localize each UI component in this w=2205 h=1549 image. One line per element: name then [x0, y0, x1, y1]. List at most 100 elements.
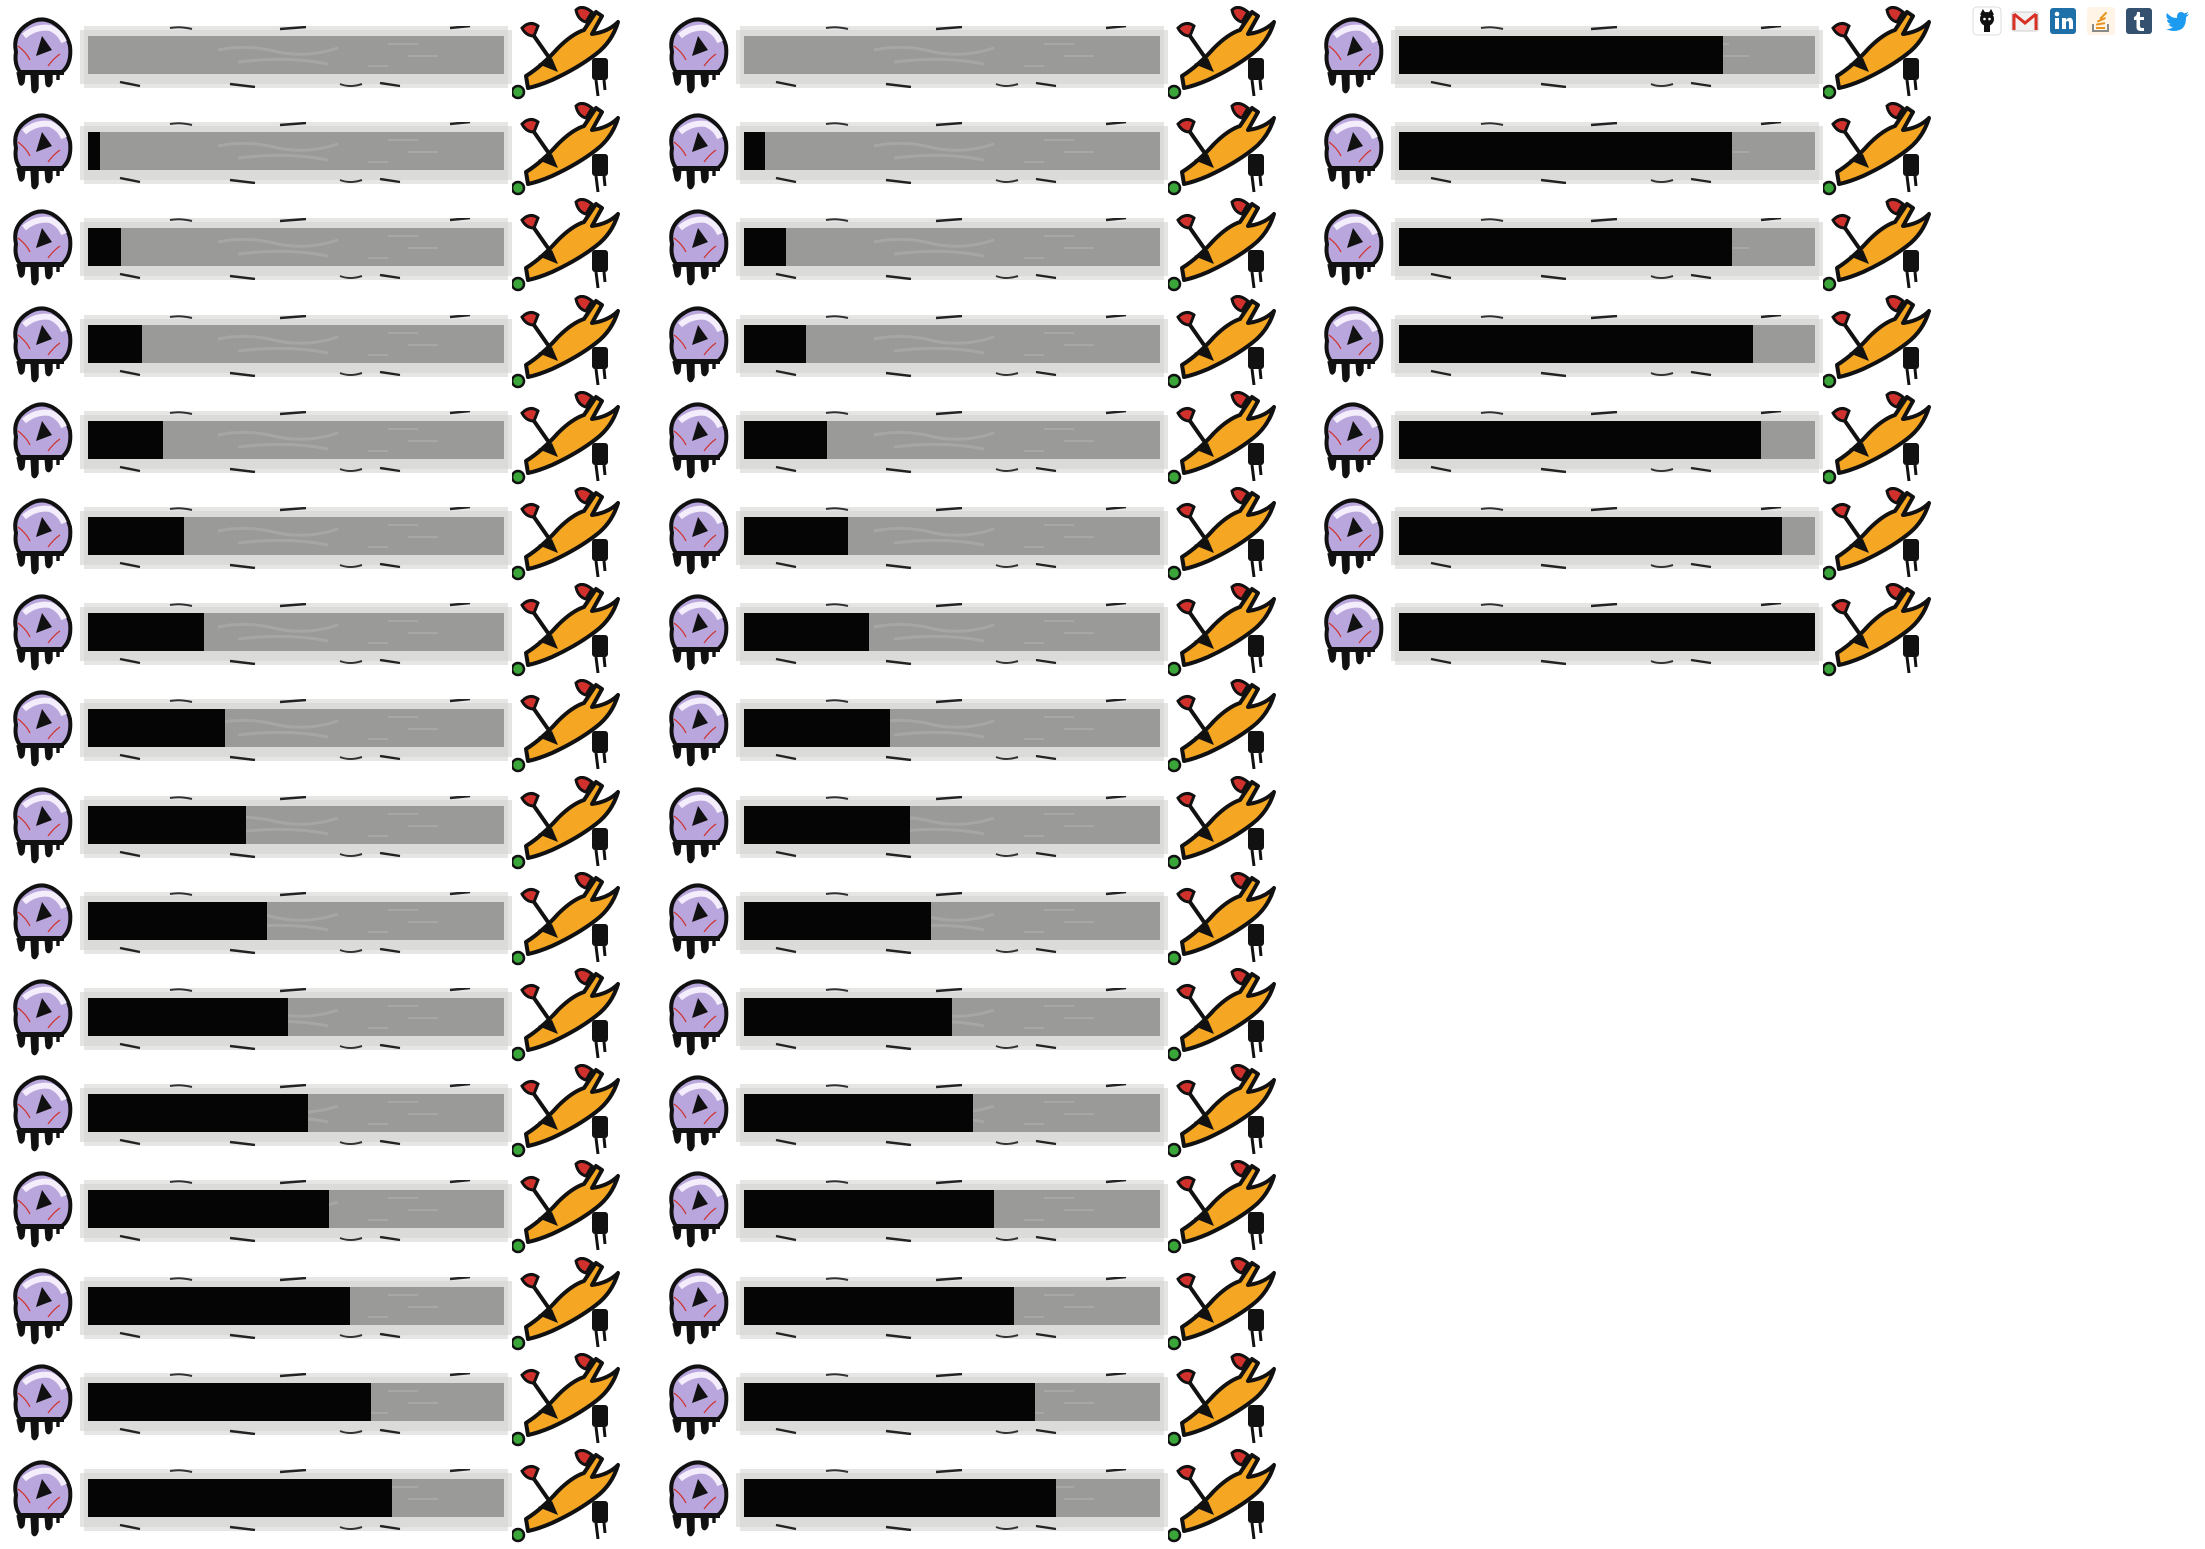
- progress-widget: [0, 871, 640, 968]
- progress-widget: [0, 967, 640, 1064]
- sword-icon: [510, 294, 624, 391]
- progress-fill: [744, 1190, 994, 1228]
- progress-fill: [1399, 517, 1782, 555]
- progress-widget: [0, 390, 640, 487]
- sword-icon: [1166, 5, 1280, 102]
- sword-icon: [510, 871, 624, 968]
- eye-icon: [6, 204, 86, 290]
- progress-widget: [656, 871, 1296, 968]
- eye-icon: [662, 685, 742, 771]
- progress-fill: [88, 132, 100, 170]
- progress-widget: [656, 1063, 1296, 1160]
- sword-icon: [510, 1063, 624, 1160]
- progress-fill: [744, 902, 931, 940]
- progress-widget: [0, 678, 640, 775]
- progress-fill: [88, 325, 142, 363]
- progress-widget: [1311, 101, 1951, 198]
- sword-icon: [510, 1448, 624, 1545]
- progress-widget: [0, 197, 640, 294]
- sword-icon: [510, 1256, 624, 1353]
- eye-icon: [6, 878, 86, 964]
- progress-widget: [0, 5, 640, 102]
- twitter-link[interactable]: [2162, 6, 2192, 36]
- progress-fill: [1399, 228, 1732, 266]
- progress-fill: [744, 132, 765, 170]
- progress-fill: [1399, 132, 1732, 170]
- eye-icon: [662, 108, 742, 194]
- progress-fill: [88, 228, 121, 266]
- sword-icon: [1166, 390, 1280, 487]
- sword-icon: [1166, 871, 1280, 968]
- sword-icon: [510, 1159, 624, 1256]
- progress-track: [88, 228, 504, 266]
- sword-icon: [1166, 294, 1280, 391]
- sword-icon: [1821, 101, 1935, 198]
- progress-track: [744, 228, 1160, 266]
- progress-fill: [1399, 421, 1761, 459]
- github-link[interactable]: [1972, 6, 2002, 36]
- progress-widget: [656, 1448, 1296, 1545]
- progress-widget: [0, 1256, 640, 1353]
- progress-fill: [744, 1094, 973, 1132]
- eye-icon: [662, 878, 742, 964]
- eye-icon: [6, 108, 86, 194]
- linkedin-icon: [2050, 8, 2076, 34]
- eye-icon: [6, 12, 86, 98]
- sword-icon: [1821, 582, 1935, 679]
- sword-icon: [510, 775, 624, 872]
- progress-widget: [0, 775, 640, 872]
- progress-fill: [1399, 613, 1815, 651]
- sword-icon: [1166, 582, 1280, 679]
- progress-widget: [0, 1448, 640, 1545]
- tumblr-icon: [2126, 8, 2152, 34]
- eye-icon: [1317, 493, 1397, 579]
- sword-icon: [510, 5, 624, 102]
- progress-fill: [1399, 36, 1723, 74]
- tumblr-link[interactable]: [2124, 6, 2154, 36]
- sword-icon: [1821, 294, 1935, 391]
- progress-widget: [0, 101, 640, 198]
- progress-widget: [0, 1352, 640, 1449]
- eye-icon: [6, 1070, 86, 1156]
- progress-widget: [656, 1256, 1296, 1353]
- progress-bar-grid: [0, 0, 2205, 1543]
- gmail-link[interactable]: [2010, 6, 2040, 36]
- progress-fill: [88, 517, 184, 555]
- stackoverflow-link[interactable]: [2086, 6, 2116, 36]
- eye-icon: [1317, 108, 1397, 194]
- progress-fill: [88, 902, 267, 940]
- sword-icon: [1166, 1063, 1280, 1160]
- eye-icon: [662, 1263, 742, 1349]
- progress-widget: [656, 1352, 1296, 1449]
- progress-widget: [1311, 294, 1951, 391]
- sword-icon: [1166, 197, 1280, 294]
- eye-icon: [6, 1263, 86, 1349]
- progress-widget: [1311, 197, 1951, 294]
- progress-widget: [656, 101, 1296, 198]
- eye-icon: [6, 1359, 86, 1445]
- progress-widget: [656, 1159, 1296, 1256]
- sword-icon: [1821, 486, 1935, 583]
- sword-icon: [510, 101, 624, 198]
- progress-widget: [1311, 390, 1951, 487]
- progress-widget: [656, 486, 1296, 583]
- eye-icon: [662, 1455, 742, 1541]
- progress-widget: [656, 678, 1296, 775]
- sword-icon: [1166, 1352, 1280, 1449]
- eye-icon: [662, 589, 742, 675]
- eye-icon: [662, 493, 742, 579]
- twitter-icon: [2166, 12, 2189, 31]
- sword-icon: [1166, 967, 1280, 1064]
- progress-fill: [744, 1383, 1035, 1421]
- progress-track: [744, 325, 1160, 363]
- sword-icon: [1166, 775, 1280, 872]
- linkedin-link[interactable]: [2048, 6, 2078, 36]
- progress-track: [88, 325, 504, 363]
- sword-icon: [1166, 1256, 1280, 1353]
- progress-fill: [744, 613, 869, 651]
- sword-icon: [510, 197, 624, 294]
- progress-widget: [0, 486, 640, 583]
- sword-icon: [1821, 5, 1935, 102]
- progress-fill: [744, 998, 952, 1036]
- progress-fill: [744, 325, 806, 363]
